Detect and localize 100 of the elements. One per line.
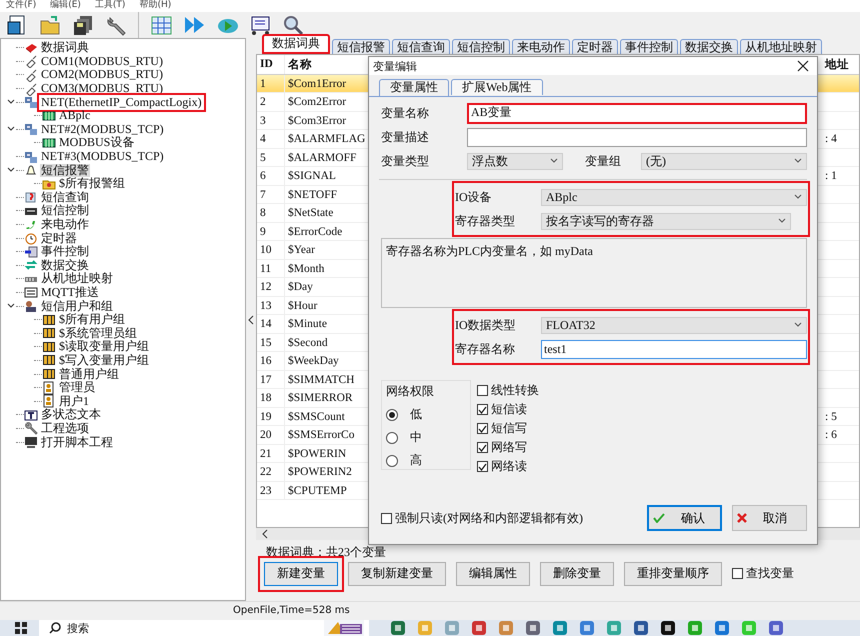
- table-cell: 19: [257, 408, 285, 426]
- tree-item[interactable]: 数据词典: [40, 41, 90, 54]
- tab[interactable]: 短信控制: [452, 38, 510, 54]
- tab[interactable]: 数据交换: [680, 38, 738, 54]
- exchange-node-icon: [24, 258, 38, 272]
- grid-icon[interactable]: [150, 14, 172, 36]
- tab[interactable]: 来电动作: [512, 38, 570, 54]
- tree-item[interactable]: MODBUS设备: [58, 136, 136, 150]
- tree-item[interactable]: 定时器: [40, 232, 78, 245]
- collapse-panel-icon[interactable]: [248, 314, 254, 324]
- tree-item[interactable]: $所有用户组: [58, 313, 126, 326]
- action-button[interactable]: 删除变量: [540, 562, 614, 586]
- input-field[interactable]: [467, 128, 807, 146]
- radio-button[interactable]: [386, 454, 398, 466]
- tree-item[interactable]: $读取变量用户组: [58, 340, 150, 354]
- table-cell-text: $Com3Error: [287, 114, 348, 127]
- tree-item[interactable]: 打开脚本工程: [40, 436, 114, 448]
- tab[interactable]: 数据词典: [262, 34, 330, 54]
- table-cell-text: $Second: [287, 336, 329, 349]
- tree-item[interactable]: 用户1: [58, 394, 90, 408]
- tree-item[interactable]: NET#3(MODBUS_TCP): [40, 150, 165, 164]
- tree-item[interactable]: 短信查询: [40, 190, 90, 204]
- tab[interactable]: 短信报警: [332, 38, 390, 54]
- save-stack-icon[interactable]: [72, 14, 94, 36]
- chevron-down-icon: [778, 218, 786, 224]
- start-icon[interactable]: [14, 621, 28, 636]
- tab[interactable]: 扩展Web属性: [451, 79, 543, 95]
- app-icon[interactable]: [660, 620, 676, 636]
- open-folder-icon[interactable]: [39, 14, 61, 36]
- table-cell: 15: [257, 334, 285, 352]
- tree-item[interactable]: NET(EthernetIP_CompactLogix): [40, 96, 203, 109]
- dropdown[interactable]: 按名字读写的寄存器: [541, 212, 791, 230]
- tree-item[interactable]: COM3(MODBUS_RTU): [40, 82, 164, 96]
- checkbox[interactable]: [477, 461, 488, 472]
- collapse-icon[interactable]: [7, 98, 15, 106]
- menu-item[interactable]: 编辑(E): [50, 0, 81, 12]
- table-cell: 11: [257, 260, 285, 278]
- dropdown[interactable]: FLOAT32: [541, 316, 807, 334]
- collapse-icon[interactable]: [7, 125, 15, 134]
- dropdown[interactable]: (无): [641, 152, 807, 170]
- scroll-left-icon[interactable]: [262, 528, 268, 539]
- menu-item[interactable]: 工具(T): [94, 0, 126, 12]
- tree-item[interactable]: 多状态文本: [40, 408, 102, 422]
- tree-item[interactable]: 短信用户和组: [40, 300, 114, 313]
- tab[interactable]: 变量属性: [379, 79, 449, 96]
- search-icon[interactable]: [282, 14, 304, 36]
- close-icon[interactable]: [797, 60, 809, 72]
- tree-item[interactable]: NET#2(MODBUS_TCP): [40, 122, 165, 136]
- tree-item[interactable]: 从机地址映射: [40, 272, 114, 286]
- column-header[interactable]: 名称: [285, 56, 367, 72]
- group-node-icon: [42, 353, 56, 368]
- checkbox[interactable]: [381, 512, 392, 524]
- action-button[interactable]: 复制新建变量: [348, 562, 446, 586]
- tree-item[interactable]: 短信控制: [40, 204, 90, 218]
- tree-item[interactable]: 短信报警: [40, 164, 90, 177]
- tree-item[interactable]: 事件控制: [40, 245, 90, 258]
- tree-item[interactable]: $系统管理员组: [58, 326, 138, 340]
- plug-node-icon: [24, 82, 38, 96]
- radio-button[interactable]: [386, 432, 398, 444]
- tab[interactable]: 定时器: [572, 38, 618, 54]
- menu-item[interactable]: 文件(F): [6, 0, 36, 12]
- input-field[interactable]: test1: [541, 340, 807, 358]
- tree-item[interactable]: $写入变量用户组: [58, 354, 150, 367]
- input-field[interactable]: AB变量: [467, 102, 807, 124]
- checkbox-label: 短信写: [491, 420, 527, 437]
- radio-button[interactable]: [386, 408, 398, 420]
- dropdown[interactable]: ABplc: [541, 188, 807, 206]
- action-button[interactable]: 重排变量顺序: [624, 562, 722, 586]
- table-cell: 13: [257, 296, 285, 314]
- tree-item[interactable]: ABplc: [58, 109, 92, 122]
- tab[interactable]: 事件控制: [620, 38, 678, 54]
- action-button[interactable]: 编辑属性: [456, 562, 530, 586]
- group-title: 网络权限: [386, 383, 435, 400]
- collapse-icon[interactable]: [7, 166, 15, 174]
- checkbox[interactable]: [477, 404, 488, 415]
- tree-item[interactable]: $所有报警组: [58, 177, 126, 190]
- cancel-button[interactable]: 取消: [732, 505, 807, 531]
- collapse-icon[interactable]: [7, 302, 15, 310]
- taskbar-search[interactable]: 搜索: [39, 620, 369, 636]
- column-header[interactable]: 地址: [821, 56, 859, 72]
- tree-item[interactable]: 管理员: [58, 381, 96, 394]
- tree-item[interactable]: 普通用户组: [58, 368, 120, 381]
- monitor-icon[interactable]: [249, 14, 271, 36]
- tree-item[interactable]: COM1(MODBUS_RTU): [40, 54, 164, 68]
- checkbox[interactable]: [477, 423, 488, 434]
- tree-item[interactable]: 来电动作: [40, 218, 90, 231]
- checkbox[interactable]: [477, 442, 488, 453]
- tree-item[interactable]: COM2(MODBUS_RTU): [40, 68, 164, 82]
- ok-button[interactable]: 确认: [647, 505, 722, 531]
- tab[interactable]: 从机地址映射: [740, 38, 822, 54]
- dropdown[interactable]: 浮点数: [467, 152, 563, 170]
- tree-item[interactable]: 工程选项: [40, 422, 90, 435]
- column-header[interactable]: ID: [257, 54, 285, 74]
- menu-item[interactable]: 帮助(H): [139, 0, 172, 12]
- tree-item[interactable]: MQTT推送: [40, 286, 100, 299]
- network-node-icon: [24, 95, 38, 110]
- tab[interactable]: 短信查询: [392, 38, 450, 54]
- checkbox[interactable]: [477, 385, 488, 396]
- tree-item[interactable]: 数据交换: [40, 258, 90, 272]
- checkbox[interactable]: [732, 568, 743, 580]
